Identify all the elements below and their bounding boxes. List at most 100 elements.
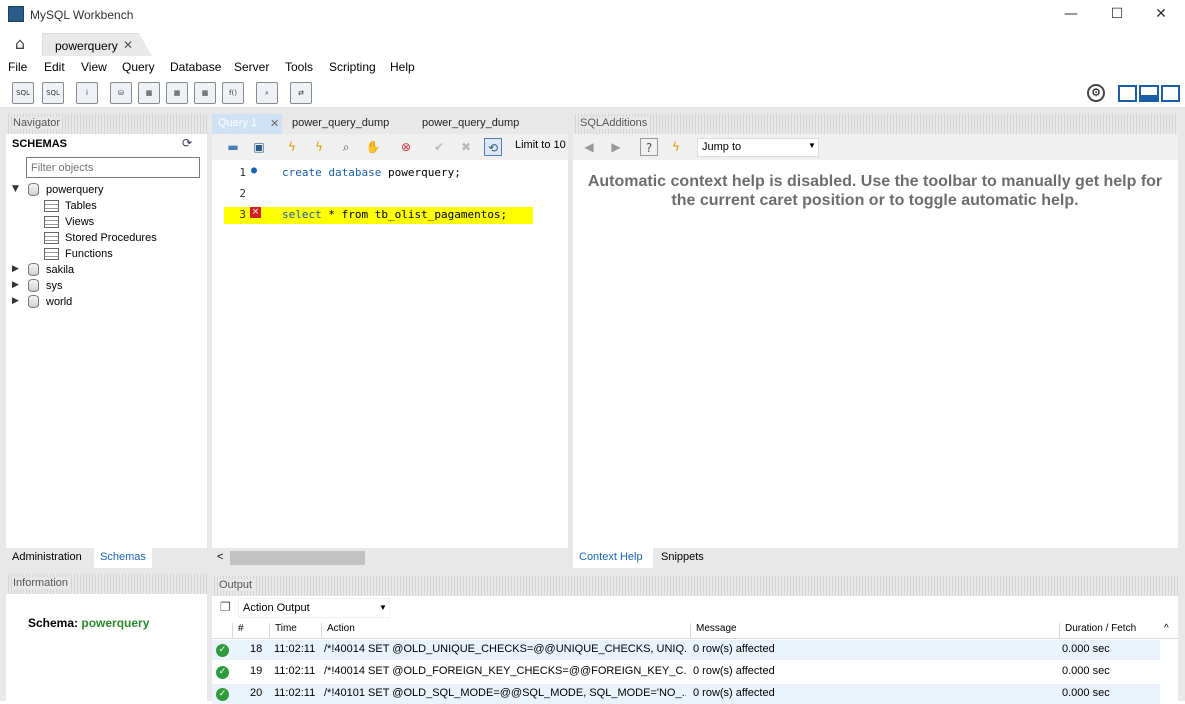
sql-additions-header: SQLAdditions <box>573 114 1178 134</box>
editor-horizontal-scrollbar[interactable]: < <box>212 548 568 568</box>
tree-item-world[interactable]: world <box>46 296 72 308</box>
menu-database[interactable]: Database <box>170 60 221 74</box>
tab-power-query-dump-1[interactable]: power_query_dump <box>286 114 412 134</box>
stop-icon[interactable]: ✋ <box>364 138 382 156</box>
tab-context-help[interactable]: Context Help <box>573 548 653 568</box>
create-procedure-icon[interactable]: ▦ <box>194 82 216 104</box>
tab-power-query-dump-2[interactable]: power_query_dump <box>416 114 542 134</box>
schemas-label: SCHEMAS <box>12 138 68 150</box>
toggle-sidebar-icon[interactable] <box>1118 85 1137 102</box>
create-schema-icon[interactable]: ⛁ <box>110 82 132 104</box>
filter-objects-input[interactable] <box>26 157 200 178</box>
search-table-icon[interactable]: ⌕ <box>256 82 278 104</box>
chevron-down-icon: ▼ <box>379 603 387 612</box>
refresh-icon[interactable]: ⟳ <box>182 136 192 150</box>
toggle-continue-on-error-icon[interactable]: ⊗ <box>397 138 415 156</box>
close-tab-icon[interactable]: ✕ <box>270 117 279 130</box>
menu-file[interactable]: File <box>8 60 27 74</box>
column-header-time[interactable]: Time <box>269 623 321 639</box>
information-panel: Schema: powerquery <box>6 594 207 701</box>
back-arrow-icon[interactable]: ◀ <box>580 138 598 156</box>
information-header: Information <box>6 574 207 594</box>
limit-rows-select[interactable]: Limit to 10 <box>515 139 566 151</box>
scrollbar-thumb[interactable] <box>230 551 365 565</box>
inspector-icon[interactable]: i <box>76 82 98 104</box>
home-icon[interactable]: ⌂ <box>4 33 36 55</box>
menu-edit[interactable]: Edit <box>44 60 65 74</box>
tab-administration[interactable]: Administration <box>6 548 92 568</box>
rollback-icon[interactable]: ✖ <box>457 138 475 156</box>
tree-item-stored-procedures[interactable]: Stored Procedures <box>65 232 157 244</box>
menu-tools[interactable]: Tools <box>285 60 313 74</box>
output-header: Output <box>212 576 1178 596</box>
execute-current-icon[interactable]: ϟ <box>310 138 328 156</box>
forward-arrow-icon[interactable]: ▶ <box>607 138 625 156</box>
tree-item-sys[interactable]: sys <box>46 280 63 292</box>
explain-icon[interactable]: ⌕ <box>337 138 355 156</box>
output-table-header: # Time Action Message Duration / Fetch ^ <box>212 620 1178 639</box>
tree-item-functions[interactable]: Functions <box>65 248 113 260</box>
reconnect-icon[interactable]: ⇄ <box>290 82 312 104</box>
create-function-icon[interactable]: f() <box>222 82 244 104</box>
commit-icon[interactable]: ✔ <box>430 138 448 156</box>
menu-scripting[interactable]: Scripting <box>329 60 376 74</box>
table-row[interactable]: ✓ 18 11:02:11 /*!40014 SET @OLD_UNIQUE_C… <box>212 640 1160 660</box>
menu-query[interactable]: Query <box>122 60 155 74</box>
code-line-3: select * from tb_olist_pagamentos; <box>282 208 508 221</box>
menu-server[interactable]: Server <box>234 60 269 74</box>
scroll-left-icon[interactable]: < <box>217 551 223 563</box>
column-header-message[interactable]: Message <box>690 623 1059 639</box>
minimize-button[interactable]: — <box>1048 0 1094 30</box>
table-row[interactable]: ✓ 20 11:02:11 /*!40101 SET @OLD_SQL_MODE… <box>212 684 1160 704</box>
table-row[interactable]: ✓ 19 11:02:11 /*!40014 SET @OLD_FOREIGN_… <box>212 662 1160 682</box>
code-area[interactable]: 1 ● create database powerquery; 2 3 × se… <box>212 160 568 548</box>
toggle-secondary-sidebar-icon[interactable] <box>1161 85 1180 102</box>
manual-help-icon[interactable]: ? <box>640 138 658 156</box>
statement-marker-icon: ● <box>251 165 258 176</box>
autocommit-icon[interactable]: ⟲ <box>484 138 502 156</box>
tab-query-1[interactable]: Query 1 ✕ <box>212 114 282 134</box>
column-header-number[interactable]: # <box>232 623 269 639</box>
copy-icon[interactable]: ❐ <box>220 600 231 614</box>
column-header-duration[interactable]: Duration / Fetch <box>1059 623 1160 639</box>
tab-snippets[interactable]: Snippets <box>655 548 725 568</box>
menu-view[interactable]: View <box>81 60 107 74</box>
jump-to-select[interactable]: Jump to ▼ <box>697 138 819 157</box>
tree-item-tables[interactable]: Tables <box>65 200 97 212</box>
expand-arrow-icon[interactable]: ▼ <box>12 184 19 194</box>
success-icon: ✓ <box>216 644 229 657</box>
connection-tab-label: powerquery <box>55 39 118 53</box>
output-type-select[interactable]: Action Output ▼ <box>238 598 390 618</box>
expand-arrow-icon[interactable]: ▶ <box>12 296 19 306</box>
column-header-action[interactable]: Action <box>321 623 690 639</box>
execute-icon[interactable]: ϟ <box>283 138 301 156</box>
context-help-text: Automatic context help is disabled. Use … <box>587 173 1163 209</box>
settings-gear-icon[interactable]: ⚙ <box>1087 84 1105 102</box>
database-icon <box>28 279 39 292</box>
menu-help[interactable]: Help <box>390 60 415 74</box>
new-sql-tab-icon[interactable]: SQL <box>12 82 34 104</box>
maximize-button[interactable]: ☐ <box>1094 0 1140 30</box>
auto-help-icon[interactable]: ϟ <box>667 138 685 156</box>
open-file-icon[interactable]: ▬ <box>224 138 242 156</box>
open-sql-file-icon[interactable]: SQL <box>42 82 64 104</box>
expand-arrow-icon[interactable]: ▶ <box>12 280 19 290</box>
tree-item-views[interactable]: Views <box>65 216 94 228</box>
schema-info: Schema: powerquery <box>28 616 149 630</box>
close-tab-icon[interactable]: ✕ <box>123 38 133 52</box>
tree-item-powerquery[interactable]: powerquery <box>46 184 103 196</box>
create-view-icon[interactable]: ▦ <box>166 82 188 104</box>
create-table-icon[interactable]: ▦ <box>138 82 160 104</box>
tab-schemas[interactable]: Schemas <box>94 548 152 568</box>
connection-tab[interactable]: powerquery ✕ <box>42 33 152 56</box>
tree-item-sakila[interactable]: sakila <box>46 264 74 276</box>
database-icon <box>28 263 39 276</box>
database-icon <box>28 295 39 308</box>
close-button[interactable]: ✕ <box>1138 0 1184 30</box>
workbench-logo-icon <box>8 6 24 22</box>
schema-tree: ▼ powerquery Tables Views Stored Procedu… <box>6 182 207 322</box>
syntax-error-icon[interactable]: × <box>250 207 261 218</box>
save-icon[interactable]: ▣ <box>250 138 268 156</box>
expand-arrow-icon[interactable]: ▶ <box>12 264 19 274</box>
toggle-output-icon[interactable] <box>1139 85 1159 102</box>
